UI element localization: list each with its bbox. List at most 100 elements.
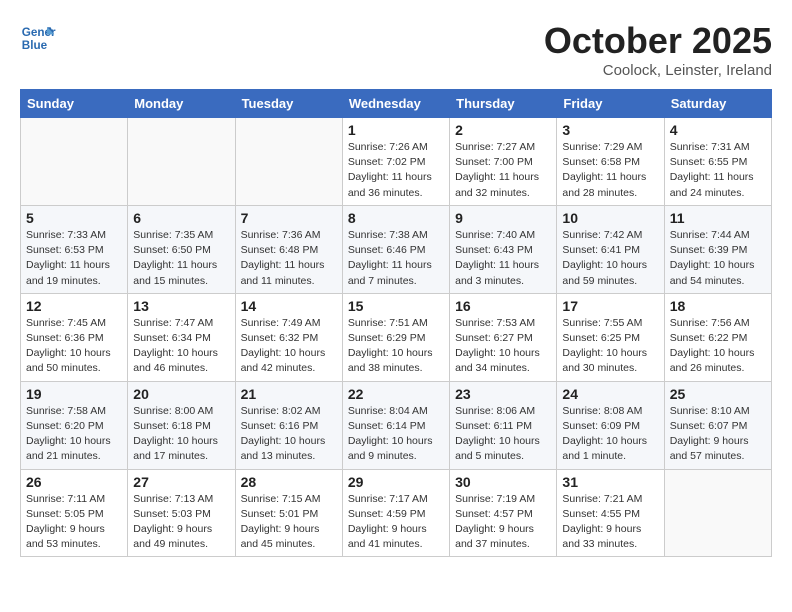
calendar-cell: 8Sunrise: 7:38 AM Sunset: 6:46 PM Daylig… — [342, 205, 449, 293]
day-number: 16 — [455, 298, 551, 314]
calendar-week-row: 1 Sunrise: 7:26 AM Sunset: 7:02 PM Daylig… — [21, 118, 772, 206]
weekday-header-row: SundayMondayTuesdayWednesdayThursdayFrid… — [21, 90, 772, 118]
calendar-cell: 17Sunrise: 7:55 AM Sunset: 6:25 PM Dayli… — [557, 293, 664, 381]
calendar-week-row: 26Sunrise: 7:11 AM Sunset: 5:05 PM Dayli… — [21, 469, 772, 557]
day-info: Sunrise: 7:47 AM Sunset: 6:34 PM Dayligh… — [133, 316, 229, 377]
calendar-cell: 21 Sunrise: 8:02 AM Sunset: 6:16 PM Dayli… — [235, 381, 342, 469]
calendar-cell: 9Sunrise: 7:40 AM Sunset: 6:43 PM Daylig… — [450, 205, 557, 293]
weekday-header-cell: Thursday — [450, 90, 557, 118]
day-number: 11 — [670, 210, 766, 226]
day-info: Sunrise: 8:04 AM Sunset: 6:14 PM Dayligh… — [348, 404, 444, 465]
weekday-header-cell: Sunday — [21, 90, 128, 118]
day-info: Sunrise: 8:08 AM Sunset: 6:09 PM Dayligh… — [562, 404, 658, 465]
day-info: Sunrise: 7:26 AM Sunset: 7:02 PM Dayligh… — [348, 140, 444, 201]
month-title: October 2025 — [544, 20, 772, 62]
calendar-cell: 3 Sunrise: 7:29 AM Sunset: 6:58 PM Daylig… — [557, 118, 664, 206]
weekday-header-cell: Saturday — [664, 90, 771, 118]
day-info: Sunrise: 8:10 AM Sunset: 6:07 PM Dayligh… — [670, 404, 766, 465]
day-number: 15 — [348, 298, 444, 314]
calendar-body: 1 Sunrise: 7:26 AM Sunset: 7:02 PM Daylig… — [21, 118, 772, 557]
day-number: 1 — [348, 122, 444, 138]
calendar-cell: 14 Sunrise: 7:49 AM Sunset: 6:32 PM Dayli… — [235, 293, 342, 381]
day-number: 14 — [241, 298, 337, 314]
day-info: Sunrise: 8:00 AM Sunset: 6:18 PM Dayligh… — [133, 404, 229, 465]
day-info: Sunrise: 7:35 AM Sunset: 6:50 PM Dayligh… — [133, 228, 229, 289]
day-number: 6 — [133, 210, 229, 226]
day-info: Sunrise: 7:15 AM Sunset: 5:01 PM Dayligh… — [241, 492, 337, 553]
day-number: 29 — [348, 474, 444, 490]
day-info: Sunrise: 7:31 AM Sunset: 6:55 PM Dayligh… — [670, 140, 766, 201]
day-info: Sunrise: 7:19 AM Sunset: 4:57 PM Dayligh… — [455, 492, 551, 553]
calendar-cell: 18 Sunrise: 7:56 AM Sunset: 6:22 PM Dayli… — [664, 293, 771, 381]
weekday-header-cell: Tuesday — [235, 90, 342, 118]
day-number: 2 — [455, 122, 551, 138]
day-info: Sunrise: 7:44 AM Sunset: 6:39 PM Dayligh… — [670, 228, 766, 289]
day-number: 18 — [670, 298, 766, 314]
calendar-cell: 7 Sunrise: 7:36 AM Sunset: 6:48 PM Daylig… — [235, 205, 342, 293]
day-number: 21 — [241, 386, 337, 402]
calendar-week-row: 5Sunrise: 7:33 AM Sunset: 6:53 PM Daylig… — [21, 205, 772, 293]
calendar-cell: 5Sunrise: 7:33 AM Sunset: 6:53 PM Daylig… — [21, 205, 128, 293]
day-number: 13 — [133, 298, 229, 314]
calendar-cell: 19 Sunrise: 7:58 AM Sunset: 6:20 PM Dayli… — [21, 381, 128, 469]
calendar-cell: 2 Sunrise: 7:27 AM Sunset: 7:00 PM Daylig… — [450, 118, 557, 206]
day-number: 22 — [348, 386, 444, 402]
day-number: 3 — [562, 122, 658, 138]
calendar-cell: 1 Sunrise: 7:26 AM Sunset: 7:02 PM Daylig… — [342, 118, 449, 206]
calendar-cell — [21, 118, 128, 206]
calendar-cell: 26Sunrise: 7:11 AM Sunset: 5:05 PM Dayli… — [21, 469, 128, 557]
calendar-cell: 4 Sunrise: 7:31 AM Sunset: 6:55 PM Daylig… — [664, 118, 771, 206]
day-number: 19 — [26, 386, 122, 402]
day-number: 4 — [670, 122, 766, 138]
day-info: Sunrise: 8:06 AM Sunset: 6:11 PM Dayligh… — [455, 404, 551, 465]
calendar-cell: 10 Sunrise: 7:42 AM Sunset: 6:41 PM Dayli… — [557, 205, 664, 293]
day-number: 24 — [562, 386, 658, 402]
day-info: Sunrise: 7:17 AM Sunset: 4:59 PM Dayligh… — [348, 492, 444, 553]
day-info: Sunrise: 7:51 AM Sunset: 6:29 PM Dayligh… — [348, 316, 444, 377]
day-info: Sunrise: 7:21 AM Sunset: 4:55 PM Dayligh… — [562, 492, 658, 553]
day-info: Sunrise: 7:53 AM Sunset: 6:27 PM Dayligh… — [455, 316, 551, 377]
calendar-cell: 23Sunrise: 8:06 AM Sunset: 6:11 PM Dayli… — [450, 381, 557, 469]
day-info: Sunrise: 7:58 AM Sunset: 6:20 PM Dayligh… — [26, 404, 122, 465]
calendar-cell — [664, 469, 771, 557]
svg-text:Blue: Blue — [22, 39, 48, 52]
day-info: Sunrise: 7:56 AM Sunset: 6:22 PM Dayligh… — [670, 316, 766, 377]
title-area: October 2025 Coolock, Leinster, Ireland — [544, 20, 772, 79]
location: Coolock, Leinster, Ireland — [544, 62, 772, 79]
day-info: Sunrise: 8:02 AM Sunset: 6:16 PM Dayligh… — [241, 404, 337, 465]
header: General Blue October 2025 Coolock, Leins… — [20, 20, 772, 79]
logo-icon: General Blue — [20, 20, 56, 56]
calendar-cell: 27 Sunrise: 7:13 AM Sunset: 5:03 PM Dayli… — [128, 469, 235, 557]
day-info: Sunrise: 7:13 AM Sunset: 5:03 PM Dayligh… — [133, 492, 229, 553]
day-number: 7 — [241, 210, 337, 226]
day-number: 12 — [26, 298, 122, 314]
calendar-cell — [128, 118, 235, 206]
day-number: 28 — [241, 474, 337, 490]
weekday-header-cell: Friday — [557, 90, 664, 118]
day-number: 25 — [670, 386, 766, 402]
calendar-cell: 31 Sunrise: 7:21 AM Sunset: 4:55 PM Dayli… — [557, 469, 664, 557]
day-info: Sunrise: 7:49 AM Sunset: 6:32 PM Dayligh… — [241, 316, 337, 377]
day-info: Sunrise: 7:36 AM Sunset: 6:48 PM Dayligh… — [241, 228, 337, 289]
calendar-cell: 29 Sunrise: 7:17 AM Sunset: 4:59 PM Dayli… — [342, 469, 449, 557]
day-number: 27 — [133, 474, 229, 490]
day-number: 30 — [455, 474, 551, 490]
calendar-cell: 12Sunrise: 7:45 AM Sunset: 6:36 PM Dayli… — [21, 293, 128, 381]
calendar-cell: 13 Sunrise: 7:47 AM Sunset: 6:34 PM Dayli… — [128, 293, 235, 381]
calendar-table: SundayMondayTuesdayWednesdayThursdayFrid… — [20, 89, 772, 557]
day-info: Sunrise: 7:40 AM Sunset: 6:43 PM Dayligh… — [455, 228, 551, 289]
day-number: 31 — [562, 474, 658, 490]
day-number: 10 — [562, 210, 658, 226]
weekday-header-cell: Wednesday — [342, 90, 449, 118]
day-info: Sunrise: 7:29 AM Sunset: 6:58 PM Dayligh… — [562, 140, 658, 201]
day-number: 20 — [133, 386, 229, 402]
day-info: Sunrise: 7:27 AM Sunset: 7:00 PM Dayligh… — [455, 140, 551, 201]
calendar-cell: 20 Sunrise: 8:00 AM Sunset: 6:18 PM Dayli… — [128, 381, 235, 469]
day-info: Sunrise: 7:42 AM Sunset: 6:41 PM Dayligh… — [562, 228, 658, 289]
day-number: 26 — [26, 474, 122, 490]
calendar-cell: 16 Sunrise: 7:53 AM Sunset: 6:27 PM Dayli… — [450, 293, 557, 381]
calendar-cell: 11 Sunrise: 7:44 AM Sunset: 6:39 PM Dayli… — [664, 205, 771, 293]
calendar-cell: 6 Sunrise: 7:35 AM Sunset: 6:50 PM Daylig… — [128, 205, 235, 293]
calendar-cell: 24 Sunrise: 8:08 AM Sunset: 6:09 PM Dayli… — [557, 381, 664, 469]
calendar-cell: 22 Sunrise: 8:04 AM Sunset: 6:14 PM Dayli… — [342, 381, 449, 469]
